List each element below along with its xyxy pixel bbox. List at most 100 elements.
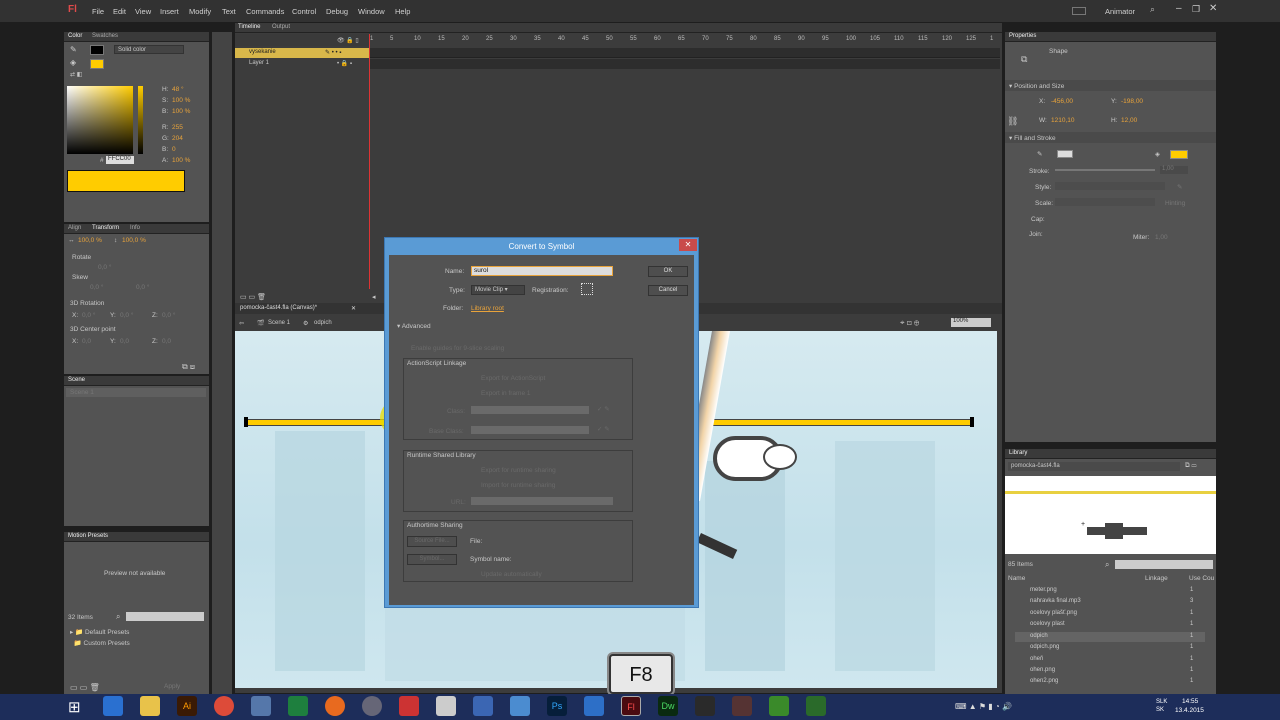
hinting-checkbox[interactable]: Hinting — [1165, 200, 1185, 207]
alpha-value[interactable]: 100 % — [172, 157, 190, 164]
breadcrumb-symbol[interactable]: odpich — [314, 320, 332, 326]
illustrator-icon[interactable]: Ai — [177, 696, 197, 716]
fill-color-swatch[interactable] — [90, 59, 104, 69]
new-layer-icon[interactable]: ▭ ▭ 🗑 — [240, 293, 266, 301]
stroke-color-box[interactable] — [1057, 150, 1073, 158]
library-item[interactable]: ohen2.png — [1030, 678, 1058, 684]
x-value[interactable]: -456,00 — [1051, 98, 1073, 105]
tab-align[interactable]: Align — [68, 225, 81, 231]
tab-transform[interactable]: Transform — [92, 225, 119, 231]
timeline-scroll-icon[interactable]: ◂ — [372, 293, 376, 301]
library-item[interactable]: ocelovy plašť.png — [1030, 610, 1077, 616]
menu-text[interactable]: Text — [222, 7, 236, 16]
symbol-button[interactable]: Symbol... — [407, 554, 457, 565]
stroke-slider[interactable] — [1055, 169, 1155, 171]
menu-file[interactable]: File — [92, 7, 104, 16]
ie-icon[interactable] — [103, 696, 123, 716]
minimize-icon[interactable]: – — [1176, 3, 1182, 14]
fill-color-box[interactable] — [1170, 150, 1188, 159]
class-input[interactable] — [471, 406, 589, 414]
swap-colors-icon[interactable]: ⇄ ◧ — [70, 71, 82, 78]
base-class-input[interactable] — [471, 426, 589, 434]
hex-input[interactable]: FFCC00 — [106, 156, 134, 164]
menu-help[interactable]: Help — [395, 7, 410, 16]
firefox-icon[interactable] — [325, 696, 345, 716]
app-icon[interactable] — [769, 696, 789, 716]
guides-checkbox[interactable]: Enable guides for 9-slice scaling — [411, 345, 504, 352]
edit-style-icon[interactable]: ✎ — [1177, 183, 1182, 191]
url-input[interactable] — [471, 497, 613, 505]
language-indicator[interactable]: SLK SK — [1156, 698, 1167, 714]
class-check-icon[interactable]: ✓ ✎ — [597, 405, 610, 413]
frame-ruler[interactable]: 1 5 10 15 20 25 30 35 40 45 50 55 60 65 70 75 80 85 90 95 10… — [370, 34, 1000, 46]
frames-track[interactable] — [370, 48, 1000, 58]
skew-value-a[interactable]: 0,0 ° — [90, 284, 103, 291]
dreamweaver-icon[interactable]: Dw — [658, 696, 678, 716]
g-value[interactable]: 204 — [172, 135, 183, 142]
w-value[interactable]: 1210,10 — [1051, 117, 1075, 124]
r-value[interactable]: 255 — [172, 124, 183, 131]
height-percent[interactable]: 100,0 % — [122, 237, 146, 244]
app-icon[interactable] — [695, 696, 715, 716]
tab-output[interactable]: Output — [272, 24, 290, 30]
zoom-select[interactable]: 100% — [951, 318, 991, 327]
explorer-icon[interactable] — [140, 696, 160, 716]
excel-icon[interactable] — [288, 696, 308, 716]
link-dimensions-icon[interactable]: ⛓ — [1007, 116, 1018, 127]
layer-pencil-icon[interactable]: ✎ • • ▪ — [325, 49, 341, 56]
style-select[interactable] — [1055, 182, 1165, 190]
fill-bucket-icon[interactable]: ◈ — [70, 58, 76, 67]
app-icon[interactable] — [806, 696, 826, 716]
stroke-color-swatch[interactable] — [90, 45, 104, 55]
playhead[interactable] — [369, 34, 370, 289]
export-actionscript-checkbox[interactable]: Export for ActionScript — [481, 375, 545, 382]
b-value[interactable]: 100 % — [172, 108, 190, 115]
library-item[interactable]: odpich.png — [1030, 644, 1059, 650]
export-runtime-checkbox[interactable]: Export for runtime sharing — [481, 467, 556, 474]
close-tab-icon[interactable]: ✕ — [351, 305, 356, 312]
folder-link[interactable]: Library root — [471, 305, 504, 312]
library-item[interactable]: meter.png — [1030, 587, 1057, 593]
layer-name[interactable]: vysekanie — [249, 49, 276, 55]
advanced-toggle[interactable]: ▾ Advanced — [397, 322, 431, 330]
center-y-value[interactable]: 0,0 — [120, 338, 129, 345]
type-select[interactable]: Movie Clip ▾ — [471, 285, 525, 295]
scale-select[interactable] — [1055, 198, 1155, 206]
default-presets-folder[interactable]: ▸ 📁 Default Presets — [70, 628, 129, 636]
back-icon[interactable]: ⇦ — [239, 320, 244, 327]
photoshop-icon[interactable]: Ps — [547, 696, 567, 716]
app-icon[interactable] — [251, 696, 271, 716]
library-document-select[interactable]: pomocka-čast4.fla — [1008, 462, 1180, 471]
import-runtime-checkbox[interactable]: Import for runtime sharing — [481, 482, 555, 489]
cancel-button[interactable]: Cancel — [648, 285, 688, 296]
miter-value[interactable]: 1,00 — [1155, 234, 1168, 241]
menu-modify[interactable]: Modify — [189, 7, 211, 16]
center-x-value[interactable]: 0,0 — [82, 338, 91, 345]
layer-name[interactable]: Layer 1 — [249, 60, 269, 66]
col-name[interactable]: Name — [1008, 575, 1025, 582]
stroke-value[interactable]: 1,00 — [1160, 166, 1188, 174]
tab-library[interactable]: Library — [1009, 450, 1027, 456]
sync-icon[interactable] — [1072, 7, 1086, 15]
rot-x-value[interactable]: 0,0 ° — [82, 312, 95, 319]
tab-scene[interactable]: Scene — [68, 377, 85, 383]
menu-insert[interactable]: Insert — [160, 7, 179, 16]
tab-color[interactable]: Color — [68, 33, 82, 39]
close-icon[interactable]: ✕ — [1209, 3, 1217, 14]
new-folder-icon[interactable]: ▭ ▭ 🗑 — [70, 683, 100, 692]
menu-window[interactable]: Window — [358, 7, 385, 16]
library-item[interactable]: ocelovy plast — [1030, 621, 1065, 627]
tab-swatches[interactable]: Swatches — [92, 33, 118, 39]
update-automatically-checkbox[interactable]: Update automatically — [481, 571, 542, 578]
workspace-switcher[interactable]: Animator — [1105, 7, 1135, 16]
dialog-close-button[interactable]: ✕ — [679, 239, 697, 251]
skew-label[interactable]: Skew — [72, 274, 88, 281]
library-pin-icon[interactable]: ⧉ ▭ — [1185, 462, 1196, 470]
app-icon[interactable] — [436, 696, 456, 716]
brightness-slider[interactable] — [138, 86, 143, 154]
ok-button[interactable]: OK — [648, 266, 688, 277]
base-class-check-icon[interactable]: ✓ ✎ — [597, 425, 610, 433]
tab-properties[interactable]: Properties — [1009, 33, 1036, 39]
rot-z-value[interactable]: 0,0 ° — [162, 312, 175, 319]
app-icon[interactable] — [732, 696, 752, 716]
